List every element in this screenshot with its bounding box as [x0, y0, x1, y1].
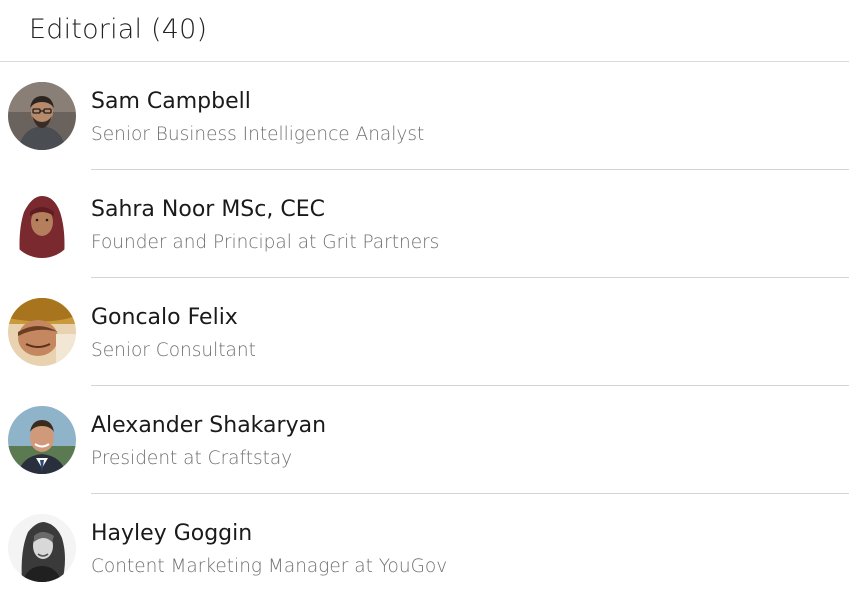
person-title: Content Marketing Manager at YouGov	[91, 556, 448, 577]
person-name[interactable]: Sam Campbell	[91, 89, 251, 114]
person-name[interactable]: Hayley Goggin	[91, 521, 252, 546]
list-item-person[interactable]: Goncalo Felix Senior Consultant	[0, 278, 849, 386]
list-item-person[interactable]: Sam Campbell Senior Business Intelligenc…	[0, 62, 849, 170]
profile-photo-icon	[8, 406, 76, 474]
editorial-panel: Editorial (40) Sam Campbell Senior Busin…	[0, 0, 849, 594]
section-header: Editorial (40)	[0, 0, 849, 62]
person-name[interactable]: Alexander Shakaryan	[91, 413, 326, 438]
avatar[interactable]	[8, 406, 76, 474]
profile-photo-icon	[8, 514, 76, 582]
list-item-person[interactable]: Hayley Goggin Content Marketing Manager …	[0, 494, 849, 594]
avatar[interactable]	[8, 514, 76, 582]
avatar[interactable]	[8, 298, 76, 366]
person-name[interactable]: Goncalo Felix	[91, 305, 238, 330]
profile-photo-icon	[8, 82, 76, 150]
person-title: President at Craftstay	[91, 448, 293, 469]
profile-photo-icon	[8, 190, 76, 258]
list-item-person[interactable]: Sahra Noor MSc, CEC Founder and Principa…	[0, 170, 849, 278]
person-title: Senior Consultant	[91, 340, 256, 361]
list-item-person[interactable]: Alexander Shakaryan President at Craftst…	[0, 386, 849, 494]
person-title: Senior Business Intelligence Analyst	[91, 124, 425, 145]
person-name[interactable]: Sahra Noor MSc, CEC	[91, 197, 325, 222]
avatar[interactable]	[8, 82, 76, 150]
person-title: Founder and Principal at Grit Partners	[91, 232, 440, 253]
avatar[interactable]	[8, 190, 76, 258]
section-title: Editorial (40)	[29, 14, 208, 45]
profile-photo-icon	[8, 298, 76, 366]
